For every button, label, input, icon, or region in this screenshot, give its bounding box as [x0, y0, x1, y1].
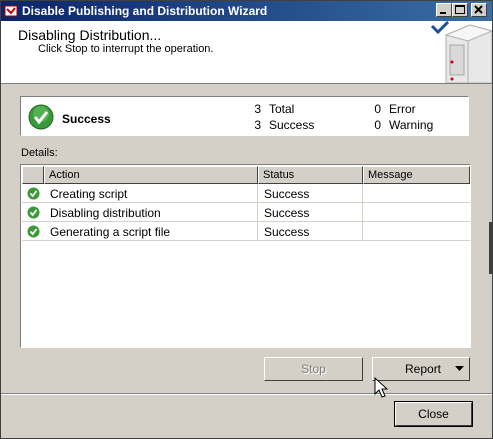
summary-panel: Success 3 Total 3 Success 0 Error 0 Warn…	[20, 96, 469, 136]
table-row[interactable]: Disabling distribution Success	[22, 203, 470, 222]
error-count: 0	[374, 102, 381, 116]
warning-label: Warning	[389, 118, 434, 132]
success-icon	[27, 187, 40, 200]
close-window-button[interactable]	[471, 3, 487, 17]
maximize-button[interactable]	[452, 3, 468, 17]
table-row[interactable]: Creating script Success	[22, 184, 470, 203]
row-status: Success	[258, 222, 363, 240]
row-status: Success	[258, 184, 363, 202]
server-icon	[430, 21, 492, 83]
page-title: Disabling Distribution...	[18, 27, 162, 43]
summary-status: Success	[62, 112, 111, 126]
grid-header-action[interactable]: Action	[44, 166, 258, 184]
row-action: Disabling distribution	[44, 203, 258, 221]
page-subtitle: Click Stop to interrupt the operation.	[38, 43, 214, 55]
grid-header-icon-column[interactable]	[22, 166, 44, 184]
report-button-label: Report	[405, 362, 442, 376]
warning-count: 0	[374, 118, 381, 132]
title-bar[interactable]: Disable Publishing and Distribution Wiza…	[1, 1, 492, 21]
minimize-button[interactable]	[436, 3, 452, 17]
grid-header-status[interactable]: Status	[258, 166, 363, 184]
grid-header-message[interactable]: Message	[363, 166, 470, 184]
wizard-window: Disable Publishing and Distribution Wiza…	[0, 0, 493, 439]
row-message	[363, 184, 470, 202]
total-count: 3	[254, 102, 261, 116]
stop-button[interactable]: Stop	[264, 357, 363, 381]
success-count: 3	[254, 118, 261, 132]
window-title: Disable Publishing and Distribution Wiza…	[22, 4, 268, 18]
wizard-header: Disabling Distribution... Click Stop to …	[1, 21, 492, 84]
details-label: Details:	[21, 147, 58, 159]
button-separator	[1, 393, 492, 395]
minimize-icon	[440, 12, 446, 14]
error-label: Error	[389, 102, 416, 116]
row-status: Success	[258, 203, 363, 221]
details-grid[interactable]: Action Status Message Creating script Su…	[20, 164, 471, 348]
success-icon	[28, 104, 54, 130]
close-icon	[474, 5, 483, 14]
mouse-cursor-icon	[374, 377, 388, 398]
success-icon	[27, 206, 40, 219]
maximize-icon	[455, 5, 465, 14]
background-window-edge	[489, 222, 493, 274]
row-message	[363, 203, 470, 221]
wizard-icon	[4, 4, 18, 18]
success-label: Success	[269, 118, 315, 132]
row-message	[363, 222, 470, 240]
row-action: Generating a script file	[44, 222, 258, 240]
close-button[interactable]: Close	[394, 401, 473, 427]
dropdown-arrow-icon	[455, 366, 464, 371]
success-icon	[27, 225, 40, 238]
total-label: Total	[269, 102, 295, 116]
row-action: Creating script	[44, 184, 258, 202]
table-row[interactable]: Generating a script file Success	[22, 222, 470, 241]
